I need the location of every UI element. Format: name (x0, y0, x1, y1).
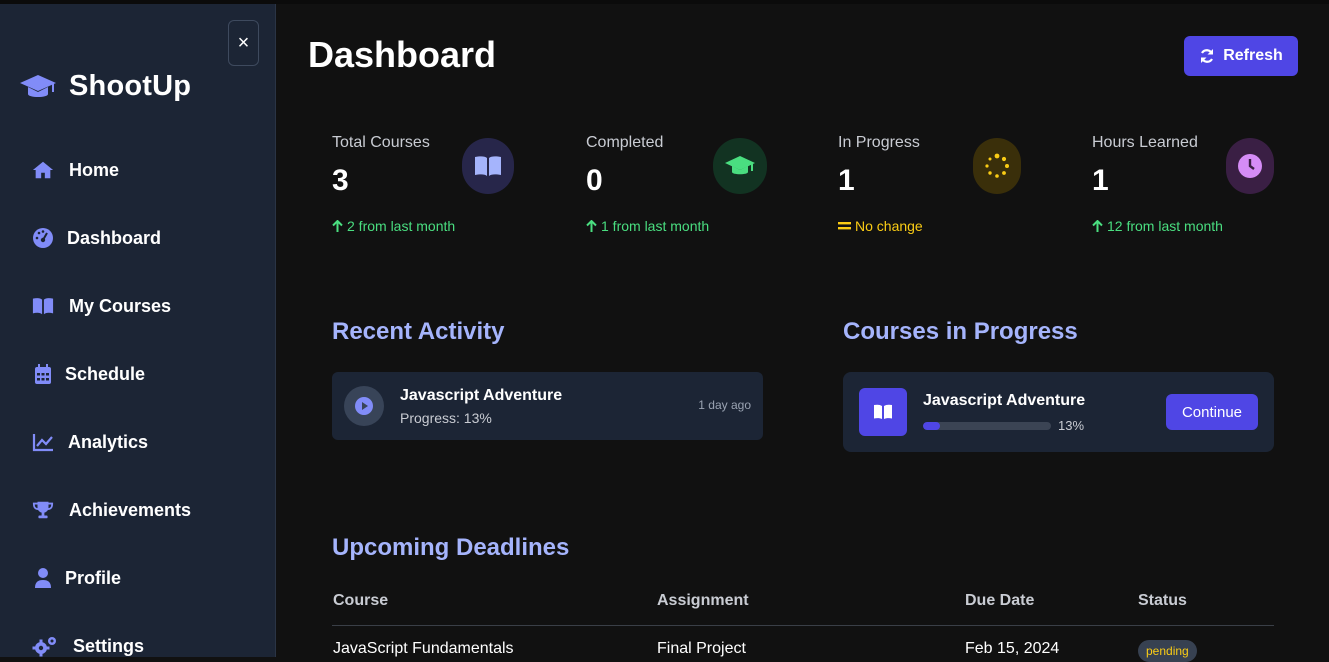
calendar-icon (32, 363, 54, 385)
stat-label: Total Courses (332, 134, 430, 151)
book-icon (462, 138, 514, 194)
stat-change: No change (838, 218, 923, 234)
stat-card-total-courses: Total Courses 3 2 from last month (332, 134, 532, 244)
sidebar-item-label: Dashboard (67, 227, 162, 248)
home-icon (32, 159, 54, 181)
close-sidebar-button[interactable]: × (228, 20, 259, 66)
spinner-icon (973, 138, 1021, 194)
stat-label: Hours Learned (1092, 134, 1198, 151)
stat-card-hours-learned: Hours Learned 1 12 from last month (1092, 134, 1292, 244)
column-header-course: Course (333, 592, 389, 609)
stat-value: 1 (1092, 164, 1109, 197)
cell-due-date: Feb 15, 2024 (965, 640, 1060, 657)
sidebar-item-label: Home (69, 159, 120, 180)
course-progress-card: Javascript Adventure 13% Continue (843, 372, 1274, 452)
sidebar-item-label: Settings (73, 635, 145, 656)
sidebar-item-label: Schedule (65, 363, 146, 384)
refresh-icon (1201, 49, 1214, 63)
sidebar-item-label: My Courses (69, 295, 172, 316)
stat-value: 3 (332, 164, 349, 197)
sidebar-item-dashboard[interactable]: Dashboard (32, 223, 161, 253)
close-icon: × (237, 31, 250, 54)
sidebar-item-analytics[interactable]: Analytics (32, 427, 148, 457)
book-open-icon (859, 388, 907, 436)
sidebar: × ShootUp Home Dashboard My Courses Sche… (0, 4, 276, 657)
stat-label: In Progress (838, 134, 920, 151)
upcoming-deadlines-title: Upcoming Deadlines (332, 534, 570, 561)
chart-line-icon (32, 431, 54, 453)
cell-course: JavaScript Fundamentals (333, 640, 514, 657)
book-icon (32, 295, 54, 317)
arrow-up-icon (332, 219, 343, 232)
sidebar-item-label: Profile (65, 567, 122, 588)
trophy-icon (32, 499, 54, 521)
page-title: Dashboard (308, 34, 497, 75)
brand-name: ShootUp (69, 70, 192, 102)
progress-percent: 13% (1058, 418, 1085, 433)
progress-bar (923, 422, 1051, 430)
cell-assignment: Final Project (657, 640, 746, 657)
status-badge: pending (1138, 640, 1197, 662)
sidebar-item-achievements[interactable]: Achievements (32, 495, 191, 525)
arrow-up-icon (1092, 219, 1103, 232)
gauge-icon (32, 227, 54, 249)
stat-label: Completed (586, 134, 664, 151)
progress-bar-fill (923, 422, 940, 430)
stat-value: 0 (586, 164, 603, 197)
user-icon (32, 567, 54, 589)
sidebar-item-label: Achievements (69, 499, 192, 520)
sidebar-item-schedule[interactable]: Schedule (32, 359, 145, 389)
activity-item[interactable]: Javascript Adventure Progress: 13% 1 day… (332, 372, 763, 440)
table-divider (332, 625, 1274, 626)
sidebar-item-profile[interactable]: Profile (32, 563, 121, 593)
stat-change: 12 from last month (1092, 218, 1223, 234)
sidebar-item-my-courses[interactable]: My Courses (32, 291, 171, 321)
stat-value: 1 (838, 164, 855, 197)
refresh-label: Refresh (1223, 47, 1283, 64)
equals-icon (838, 222, 851, 230)
courses-in-progress-title: Courses in Progress (843, 318, 1078, 345)
column-header-assignment: Assignment (657, 592, 749, 609)
stat-change: 2 from last month (332, 218, 455, 234)
activity-time: 1 day ago (698, 398, 751, 412)
clock-icon (1226, 138, 1274, 194)
activity-title: Javascript Adventure (400, 387, 563, 404)
stat-card-in-progress: In Progress 1 No change (838, 134, 1038, 244)
play-circle-icon (344, 386, 384, 426)
brand[interactable]: ShootUp (19, 70, 191, 103)
recent-activity-title: Recent Activity (332, 318, 505, 345)
stat-card-completed: Completed 0 1 from last month (586, 134, 786, 244)
sidebar-item-label: Analytics (68, 431, 149, 452)
graduation-cap-icon (20, 74, 56, 97)
stat-change: 1 from last month (586, 218, 709, 234)
activity-subtitle: Progress: 13% (400, 410, 492, 426)
course-title: Javascript Adventure (923, 392, 1086, 409)
column-header-due-date: Due Date (965, 592, 1035, 609)
graduation-cap-icon (713, 138, 767, 194)
refresh-button[interactable]: Refresh (1184, 36, 1298, 76)
sidebar-item-home[interactable]: Home (32, 155, 119, 185)
column-header-status: Status (1138, 592, 1187, 609)
cogs-icon (32, 635, 58, 657)
continue-button[interactable]: Continue (1166, 394, 1258, 430)
arrow-up-icon (586, 219, 597, 232)
